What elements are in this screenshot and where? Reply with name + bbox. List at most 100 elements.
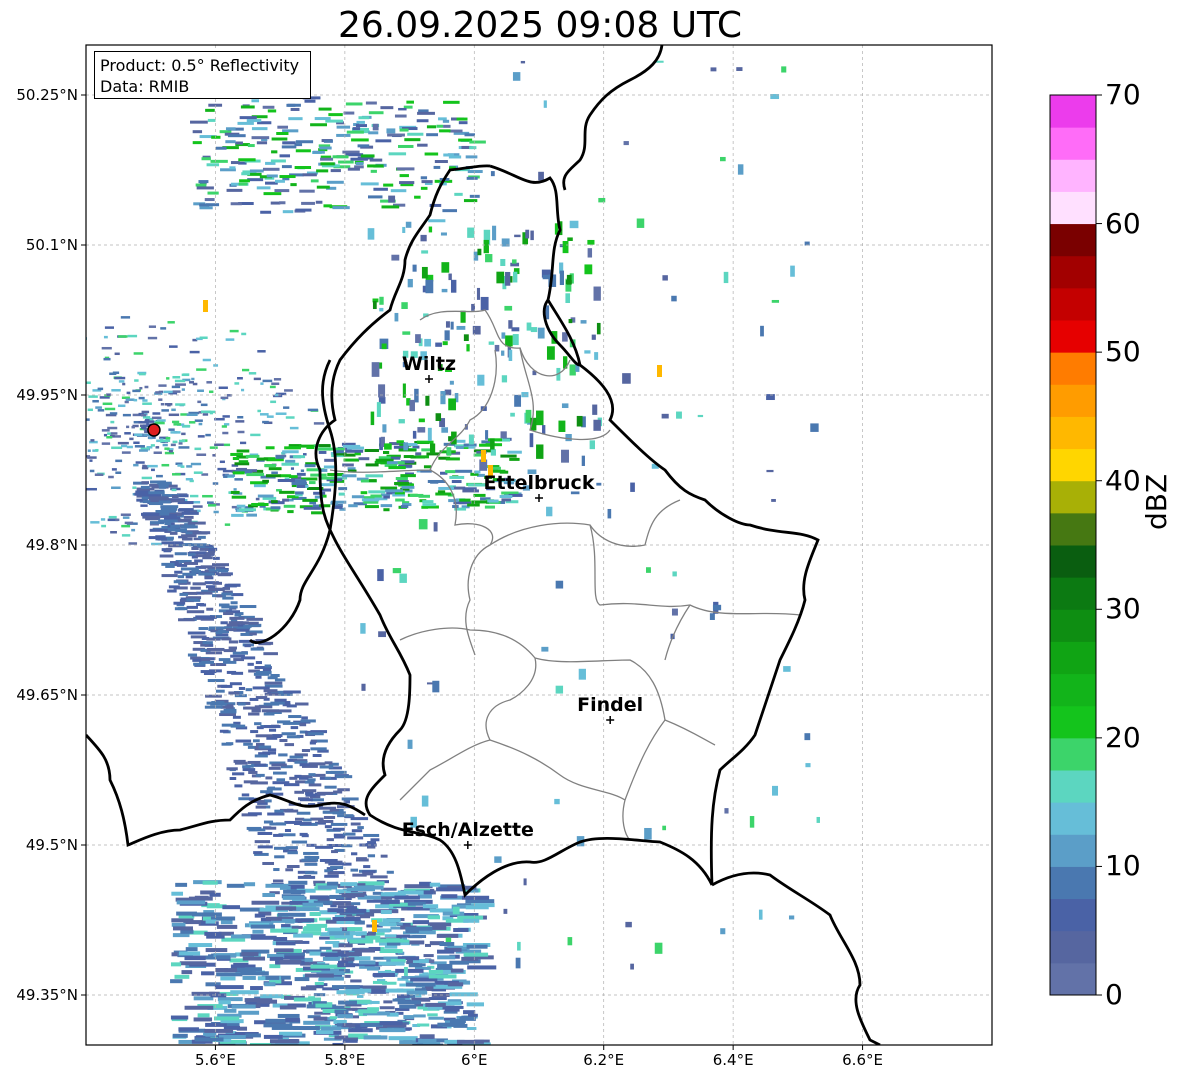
- echo-cell: [274, 678, 286, 682]
- echo-cell: [263, 1034, 283, 1039]
- echo-cell: [255, 734, 273, 738]
- echo-cell: [174, 379, 186, 383]
- echo-cell: [449, 475, 465, 479]
- echo-cell: [174, 570, 183, 574]
- echo-cell: [286, 865, 300, 869]
- echo-cell: [434, 160, 448, 164]
- echo-cell: [155, 446, 160, 449]
- echo-cell: [131, 425, 135, 429]
- echo-cell: [448, 129, 463, 133]
- echo-cell: [33, 430, 36, 433]
- echo-cell: [446, 447, 452, 456]
- echo-cell: [333, 833, 345, 837]
- echo-cell: [277, 125, 289, 129]
- echo-cell: [245, 454, 260, 458]
- echo-cell: [303, 506, 321, 510]
- echo-cell: [420, 186, 428, 190]
- echo-cell: [328, 113, 343, 117]
- echo-cell: [468, 434, 474, 445]
- echo-cell: [192, 505, 203, 508]
- echo-cell: [42, 350, 46, 353]
- echo-cell: [275, 179, 285, 183]
- echo-cell: [671, 295, 677, 302]
- colorbar-segment: [1050, 673, 1096, 707]
- echo-cell: [183, 373, 190, 376]
- echo-cell: [205, 948, 228, 953]
- echo-cell: [196, 368, 207, 371]
- echo-cell: [450, 321, 454, 330]
- echo-cell: [193, 471, 203, 474]
- echo-cell: [90, 439, 95, 442]
- echo-cell: [115, 459, 123, 463]
- echo-cell: [245, 1033, 261, 1038]
- echo-cell: [383, 1000, 393, 1004]
- echo-cell: [94, 473, 104, 476]
- echo-cell: [247, 812, 262, 816]
- echo-cell: [385, 938, 400, 943]
- echo-cell: [302, 498, 318, 502]
- echo-cell: [290, 183, 297, 187]
- echo-cell: [160, 507, 178, 511]
- echo-cell: [372, 301, 377, 310]
- echo-cell: [295, 208, 312, 212]
- echo-cell: [239, 179, 250, 183]
- echo-cell: [250, 433, 261, 437]
- echo-cell: [142, 512, 160, 516]
- echo-cell: [407, 132, 424, 136]
- echo-cell: [234, 694, 247, 698]
- echo-cell: [318, 444, 331, 448]
- echo-cell: [273, 378, 282, 381]
- echo-cell: [76, 359, 84, 362]
- echo-cell: [356, 994, 364, 998]
- echo-cell: [422, 500, 434, 504]
- echo-cell: [251, 136, 270, 140]
- echo-cell: [254, 763, 267, 767]
- echo-cell: [287, 510, 294, 514]
- echo-cell: [277, 912, 306, 917]
- echo-cell: [274, 393, 279, 397]
- echo-cell: [141, 410, 150, 414]
- echo-cell: [201, 971, 215, 976]
- echo-cell: [335, 775, 353, 779]
- echo-cell: [381, 205, 400, 209]
- echo-cell: [332, 916, 361, 921]
- echo-cell: [302, 173, 317, 177]
- echo-cell: [383, 508, 390, 512]
- colorbar-segment: [1050, 416, 1096, 450]
- echo-cell: [286, 735, 301, 739]
- colorbar-segment: [1050, 159, 1096, 192]
- echo-cell: [485, 254, 493, 263]
- echo-cell: [372, 123, 379, 131]
- map-canvas[interactable]: Wiltz Ettelbruck Findel Esch/Alzette: [0, 0, 1184, 1081]
- echo-cell: [348, 1028, 373, 1033]
- echo-cell: [324, 458, 336, 462]
- echo-cell: [499, 494, 513, 498]
- echo-cell: [171, 408, 176, 412]
- echo-cell: [255, 670, 272, 674]
- echo-cell: [197, 435, 205, 438]
- echo-cell: [234, 613, 242, 617]
- echo-cell: [274, 855, 285, 859]
- echo-cell: [790, 265, 795, 277]
- echo-cell: [13, 425, 22, 428]
- echo-cell: [264, 982, 276, 987]
- echo-cell: [173, 601, 186, 605]
- echo-cell: [198, 422, 203, 426]
- echo-cell: [324, 776, 331, 780]
- echo-cell: [246, 617, 263, 621]
- echo-cell: [319, 858, 338, 862]
- echo-cell: [87, 449, 91, 452]
- echo-cell: [229, 776, 237, 780]
- echo-cell: [153, 451, 162, 454]
- echo-cell: [97, 409, 105, 412]
- echo-cell: [310, 123, 327, 127]
- echo-cell: [278, 709, 292, 713]
- echo-cell: [366, 966, 379, 971]
- echo-cell: [206, 647, 225, 651]
- echo-cell: [428, 226, 433, 233]
- echo-cell: [270, 928, 299, 933]
- echo-cell: [623, 141, 629, 146]
- echo-cell: [466, 344, 470, 352]
- echo-cell: [188, 943, 213, 948]
- echo-cell: [378, 631, 387, 638]
